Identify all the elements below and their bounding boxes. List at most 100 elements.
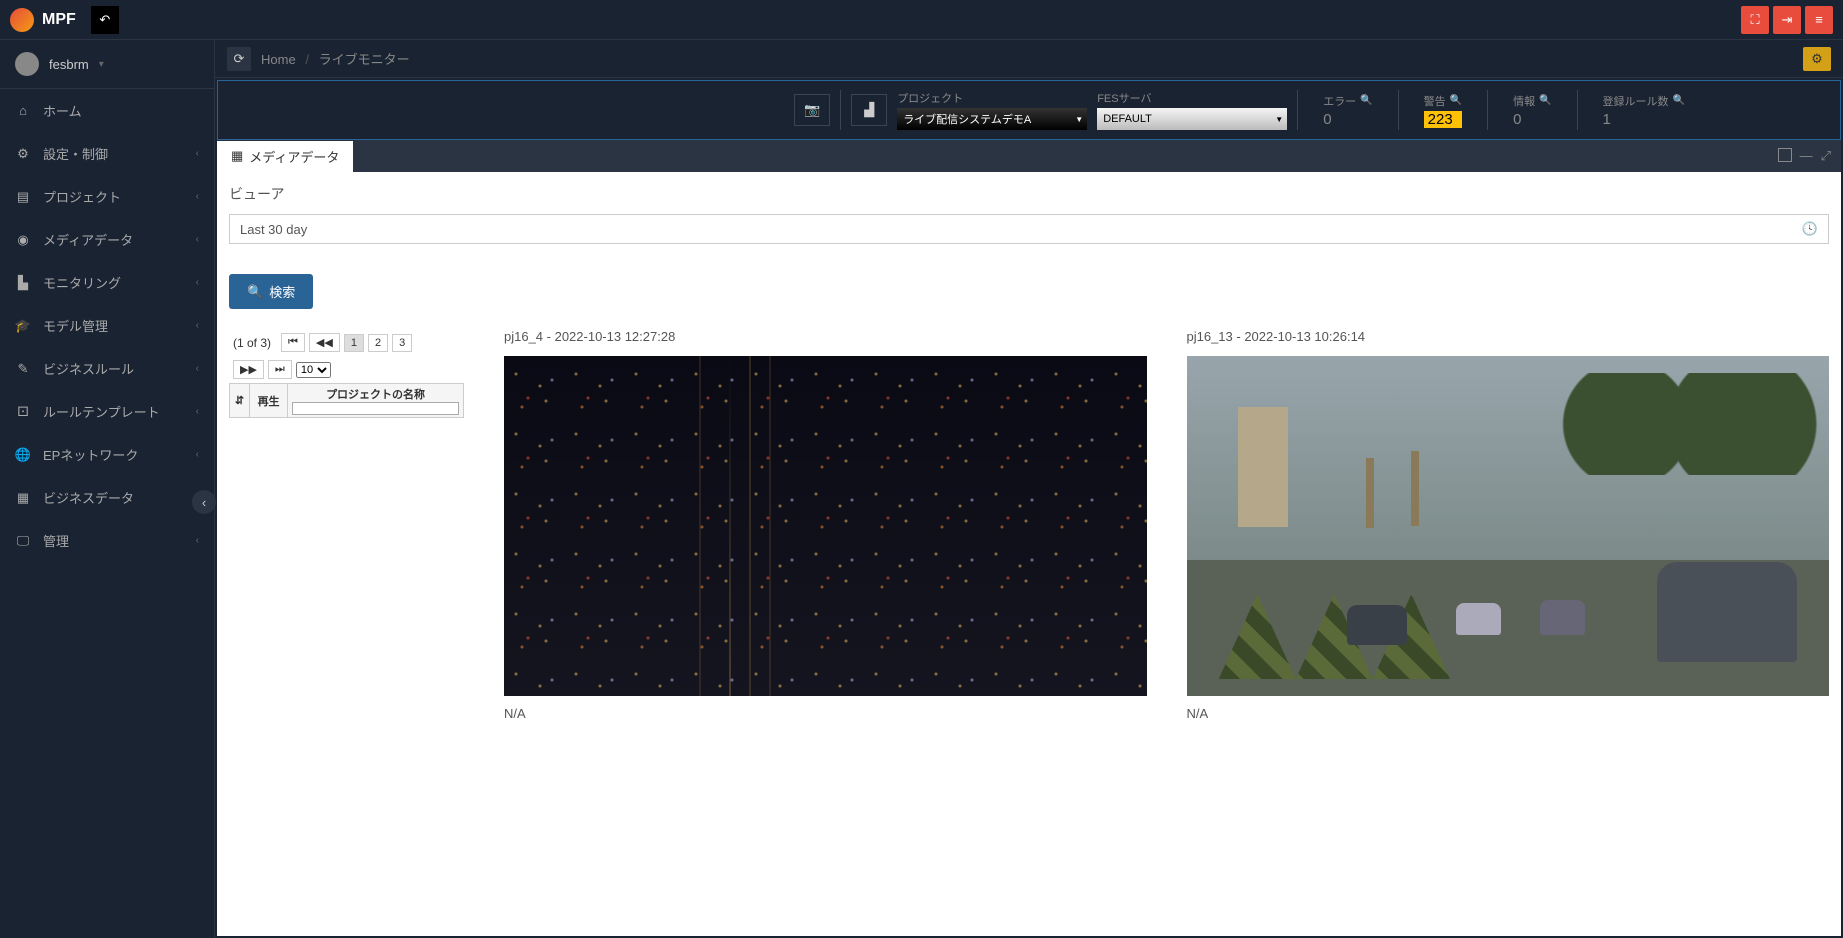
- divider: [1398, 90, 1399, 130]
- viewer-title: ビューア: [229, 184, 1829, 204]
- panel-body: ビューア Last 30 day 🕓 🔍 検索 (1 of 3) ⏮ ◀◀ 1 …: [217, 172, 1841, 936]
- chevron-left-icon: ‹: [196, 234, 199, 245]
- chevron-left-icon: ‹: [196, 406, 199, 417]
- sidebar-item-bizrule[interactable]: ✎ビジネスルール‹: [0, 347, 214, 390]
- history-button[interactable]: ↶: [91, 6, 119, 34]
- col-project: プロジェクトの名称: [288, 384, 464, 418]
- chevron-left-icon: ‹: [202, 495, 206, 510]
- breadcrumb-current: ライブモニター: [319, 52, 410, 67]
- project-dropdown[interactable]: ライブ配信システムデモA: [897, 108, 1087, 130]
- project-filter-input[interactable]: [292, 402, 459, 415]
- search-icon: 🔍: [247, 284, 263, 300]
- panel-tab-media[interactable]: ▦ メディアデータ: [217, 141, 353, 172]
- chart-icon: ▙: [15, 275, 31, 291]
- first-page-button[interactable]: ⏮: [281, 333, 305, 352]
- sidebar-item-label: モニタリング: [43, 273, 121, 292]
- sidebar-user[interactable]: fesbrm ▾: [0, 40, 214, 89]
- video-na: N/A: [1187, 706, 1830, 721]
- search-button[interactable]: 🔍 検索: [229, 274, 313, 309]
- sidebar-item-media[interactable]: ◉メディアデータ‹: [0, 218, 214, 261]
- chevron-left-icon: ‹: [196, 148, 199, 159]
- sidebar-item-label: モデル管理: [43, 316, 108, 335]
- col-sort[interactable]: ⇵: [230, 384, 250, 418]
- chart-button[interactable]: ▟: [851, 94, 887, 126]
- sidebar-item-label: メディアデータ: [43, 230, 133, 249]
- search-icon: 🔍: [1539, 95, 1551, 106]
- avatar: [15, 52, 39, 76]
- file-icon: ▤: [15, 189, 31, 205]
- settings-button[interactable]: ⚙: [1803, 47, 1831, 71]
- panel-header: ▦ メディアデータ — ⤢: [217, 140, 1841, 172]
- stat-label: 警告: [1424, 93, 1446, 109]
- page-2-button[interactable]: 2: [368, 334, 388, 352]
- sidebar-item-epnetwork[interactable]: 🌐EPネットワーク‹: [0, 433, 214, 476]
- search-icon: 🔍: [1450, 95, 1462, 106]
- last-page-button[interactable]: ⏭: [268, 360, 292, 379]
- sidebar-item-admin[interactable]: 🖵管理‹: [0, 519, 214, 562]
- page-3-button[interactable]: 3: [392, 334, 412, 352]
- sidebar-item-label: ホーム: [43, 101, 82, 120]
- chevron-left-icon: ‹: [196, 535, 199, 546]
- sidebar-item-model[interactable]: 🎓モデル管理‹: [0, 304, 214, 347]
- hamburger-icon: ≡: [1815, 12, 1823, 27]
- refresh-button[interactable]: ⟳: [227, 47, 251, 71]
- fes-value: DEFAULT: [1103, 113, 1152, 125]
- minimize-button[interactable]: —: [1800, 148, 1813, 164]
- logo: MPF: [10, 8, 76, 32]
- maximize-button[interactable]: ⤢: [1821, 148, 1831, 164]
- fullscreen-button[interactable]: ⛶: [1741, 6, 1769, 34]
- breadcrumb-separator: /: [305, 52, 309, 67]
- chart-icon: ▟: [864, 102, 874, 118]
- sidebar-item-label: EPネットワーク: [43, 445, 138, 464]
- stat-info[interactable]: 情報🔍 0: [1498, 93, 1566, 128]
- panel-toggle-icon[interactable]: [1778, 148, 1792, 162]
- sidebar-item-monitoring[interactable]: ▙モニタリング‹: [0, 261, 214, 304]
- video-title: pj16_13 - 2022-10-13 10:26:14: [1187, 329, 1830, 344]
- logout-button[interactable]: ⇥: [1773, 6, 1801, 34]
- clock-icon: 🕓: [1802, 221, 1818, 237]
- daterange-picker[interactable]: Last 30 day 🕓: [229, 214, 1829, 244]
- stat-error[interactable]: エラー🔍 0: [1308, 93, 1387, 128]
- app-name: MPF: [42, 11, 76, 29]
- chevron-left-icon: ‹: [196, 449, 199, 460]
- stat-value: 1: [1603, 111, 1685, 128]
- sidebar-item-bizdata[interactable]: ▦ビジネスデータ‹: [0, 476, 214, 519]
- next-page-button[interactable]: ▶▶: [233, 360, 264, 379]
- sidebar-item-home[interactable]: ⌂ホーム: [0, 89, 214, 132]
- sidebar-item-label: 設定・制御: [43, 144, 108, 163]
- sidebar-collapse-button[interactable]: ‹: [192, 490, 216, 514]
- daterange-value: Last 30 day: [240, 222, 307, 237]
- prev-page-button[interactable]: ◀◀: [309, 333, 340, 352]
- snapshot-button[interactable]: 📷: [794, 94, 830, 126]
- divider: [1577, 90, 1578, 130]
- sidebar-item-project[interactable]: ▤プロジェクト‹: [0, 175, 214, 218]
- tab-label: メディアデータ: [249, 147, 339, 166]
- video-frame[interactable]: [1187, 356, 1830, 696]
- pagesize-select[interactable]: 10: [296, 362, 331, 378]
- search-label: 検索: [269, 282, 295, 301]
- sidebar-item-label: ルールテンプレート: [43, 402, 160, 421]
- video-frame[interactable]: [504, 356, 1147, 696]
- refresh-icon: ⟳: [234, 51, 245, 67]
- expand-icon: ⛶: [1750, 12, 1759, 28]
- monitor-icon: 🖵: [15, 533, 31, 549]
- logo-icon: [10, 8, 34, 32]
- search-icon: 🔍: [1673, 95, 1685, 106]
- stat-label: 登録ルール数: [1603, 93, 1669, 109]
- sidebar-item-template[interactable]: ⚀ルールテンプレート‹: [0, 390, 214, 433]
- stat-rules[interactable]: 登録ルール数 🔍 1: [1588, 93, 1700, 128]
- video-panel-left: pj16_4 - 2022-10-13 12:27:28 N/A: [504, 329, 1147, 721]
- table-icon: ▦: [231, 148, 243, 164]
- project-value: ライブ配信システムデモA: [903, 111, 1031, 127]
- fes-label: FESサーバ: [1097, 90, 1287, 106]
- stat-warn[interactable]: 警告🔍 223: [1409, 93, 1477, 128]
- paginator: (1 of 3) ⏮ ◀◀ 1 2 3: [229, 329, 464, 356]
- chevron-left-icon: ‹: [196, 363, 199, 374]
- video-title: pj16_4 - 2022-10-13 12:27:28: [504, 329, 1147, 344]
- breadcrumb-home[interactable]: Home: [261, 52, 296, 67]
- breadcrumb-bar: ⟳ Home / ライブモニター ⚙: [215, 40, 1843, 78]
- page-1-button[interactable]: 1: [344, 334, 364, 352]
- fes-dropdown[interactable]: DEFAULT: [1097, 108, 1287, 130]
- menu-button[interactable]: ≡: [1805, 6, 1833, 34]
- sidebar-item-settings[interactable]: ⚙設定・制御‹: [0, 132, 214, 175]
